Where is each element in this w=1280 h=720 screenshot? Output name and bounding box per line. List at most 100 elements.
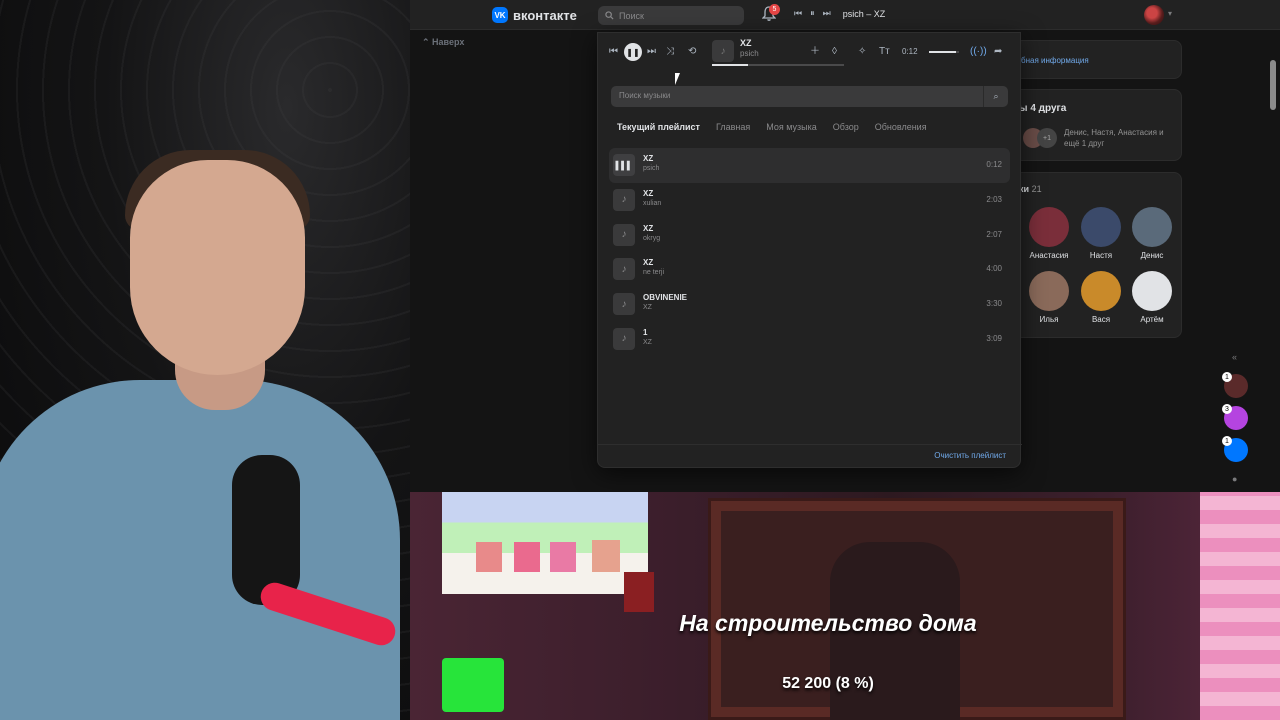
page-scrollbar[interactable]: [1270, 60, 1276, 110]
tab-overview[interactable]: Обзор: [833, 122, 859, 132]
friend-name: Денис: [1140, 251, 1164, 260]
music-note-icon[interactable]: ♪: [613, 327, 635, 350]
prev-track-icon[interactable]: ⏮: [609, 45, 618, 59]
pixel-house: [476, 542, 502, 572]
collapse-icon[interactable]: «: [1232, 352, 1237, 362]
track-title: XZ: [643, 258, 654, 268]
pixel-house: [550, 542, 576, 572]
track-title: XZ: [643, 188, 654, 198]
music-note-icon[interactable]: ♪: [613, 223, 635, 246]
music-player-bar: ⏮ ❚❚ ⏭ ⤨ ⟲ ♪ XZ psich ＋ ◊ ✧ Tт 0:12 ((·)…: [598, 33, 1022, 73]
music-note-icon[interactable]: ♪: [613, 188, 635, 211]
share-icon[interactable]: ➦: [994, 45, 1002, 59]
messages-icon[interactable]: ●: [1232, 474, 1237, 484]
browser-viewport: VK вконтакте Поиск 5 ⏮ ⏸ ⏭ psich – XZ ▾ …: [410, 0, 1280, 492]
broadcast-icon[interactable]: ((·)): [970, 45, 987, 59]
search-icon[interactable]: ⌕: [983, 86, 1008, 107]
clear-playlist-link[interactable]: Очистить плейлист: [934, 451, 1006, 460]
friend-item[interactable]: Вася: [1077, 271, 1125, 324]
tab-updates[interactable]: Обновления: [875, 122, 927, 132]
track-progress-bar[interactable]: [712, 64, 844, 66]
side-badge: 1: [1222, 372, 1232, 382]
repeat-icon[interactable]: ⟲: [688, 45, 696, 59]
donation-goal-title: На строительство дома: [679, 610, 977, 636]
friend-avatar: [1081, 271, 1121, 311]
header-search-input[interactable]: Поиск: [598, 6, 744, 25]
track-row[interactable]: ♪ XZ xulian 2:03: [609, 183, 1010, 218]
track-row[interactable]: ♪ OBVINENIE XZ 3:30: [609, 287, 1010, 322]
more-friends-badge[interactable]: +1: [1037, 128, 1057, 148]
track-row[interactable]: ♪ XZ okryg 2:07: [609, 218, 1010, 253]
tab-main[interactable]: Главная: [716, 122, 750, 132]
playing-equalizer-icon[interactable]: ▌▌▌: [613, 154, 635, 176]
friend-item[interactable]: Анастасия: [1025, 207, 1073, 260]
user-avatar[interactable]: [1144, 5, 1164, 25]
friend-avatar: [1029, 271, 1069, 311]
track-artist[interactable]: psich: [643, 165, 659, 172]
track-artist[interactable]: xulian: [643, 200, 661, 207]
prev-track-icon[interactable]: ⏮: [794, 8, 802, 19]
friend-name: Вася: [1091, 315, 1111, 324]
friend-name: Настя: [1089, 251, 1113, 260]
lyrics-icon[interactable]: Tт: [879, 45, 890, 59]
current-track-artist[interactable]: psich: [740, 49, 759, 58]
music-note-icon[interactable]: ♪: [613, 293, 635, 316]
track-artist[interactable]: XZ: [643, 304, 652, 311]
track-title: OBVINENIE: [643, 293, 688, 303]
chevron-down-icon[interactable]: ▾: [1168, 9, 1172, 18]
mouse-cursor-icon: [675, 73, 680, 85]
volume-slider[interactable]: [929, 51, 959, 53]
mini-player-track[interactable]: psich – XZ: [843, 9, 886, 19]
track-duration: 2:03: [986, 194, 1002, 204]
pause-button[interactable]: ❚❚: [624, 43, 642, 61]
stream-overlay: На строительство дома 52 200 (8 %): [410, 492, 1280, 720]
track-row[interactable]: ▌▌▌ XZ psich 0:12: [609, 148, 1010, 183]
search-icon: [605, 11, 614, 20]
mutual-friends-names[interactable]: Денис, Настя, Анастасия и ещё 1 друг: [1064, 127, 1179, 149]
info-card: бная информация: [1014, 40, 1182, 79]
vk-header: VK вконтакте Поиск 5 ⏮ ⏸ ⏭ psich – XZ ▾: [410, 0, 1280, 30]
track-row[interactable]: ♪ 1 XZ 3:09: [609, 322, 1010, 357]
track-duration: 3:09: [986, 333, 1002, 343]
next-track-icon[interactable]: ⏭: [823, 8, 831, 19]
track-duration: 2:07: [986, 229, 1002, 239]
tab-my-music[interactable]: Моя музыка: [766, 122, 817, 132]
pixel-art-window: [442, 492, 648, 594]
friend-item[interactable]: Настя: [1077, 207, 1125, 260]
music-search-placeholder: Поиск музыки: [619, 91, 671, 100]
track-title: XZ: [643, 154, 654, 163]
header-search-placeholder: Поиск: [619, 10, 644, 21]
mutual-friends-title[interactable]: ы 4 друга: [1019, 103, 1066, 114]
friend-avatar: [1132, 271, 1172, 311]
vk-logo-icon: VK: [492, 7, 508, 23]
friend-item[interactable]: Артём: [1128, 271, 1176, 324]
next-track-icon[interactable]: ⏭: [647, 45, 656, 59]
header-mini-player[interactable]: ⏮ ⏸ ⏭ psich – XZ: [794, 8, 885, 19]
music-note-icon[interactable]: ♪: [613, 258, 635, 281]
add-track-icon[interactable]: ＋: [810, 45, 820, 59]
dislike-icon[interactable]: ◊: [832, 45, 837, 59]
pixel-house: [592, 540, 620, 572]
pixel-house: [514, 542, 540, 572]
scroll-up-link[interactable]: ⌃ Наверх: [422, 37, 464, 48]
vk-logo[interactable]: VK вконтакте: [492, 7, 577, 23]
tab-current-playlist[interactable]: Текущий плейлист: [617, 122, 700, 132]
streamer-face: [130, 160, 305, 375]
friends-card: ки 21 Анастасия Настя Денис Илья Вася Ар…: [1014, 172, 1182, 338]
streamer-shirt: [0, 380, 400, 720]
track-row[interactable]: ♪ XZ ne terji 4:00: [609, 252, 1010, 287]
recommendations-icon[interactable]: ✧: [858, 45, 866, 59]
track-artist[interactable]: XZ: [643, 339, 652, 346]
shuffle-icon[interactable]: ⤨: [666, 45, 674, 59]
pause-icon[interactable]: ⏸: [810, 8, 815, 19]
track-artist[interactable]: ne terji: [643, 269, 664, 276]
friend-item[interactable]: Денис: [1128, 207, 1176, 260]
notifications-count-badge: 5: [769, 4, 780, 15]
friends-count: 21: [1031, 184, 1042, 194]
mutual-friends-card: ы 4 друга +1 Денис, Настя, Анастасия и е…: [1014, 89, 1182, 161]
friend-name: Илья: [1039, 315, 1059, 324]
friend-item[interactable]: Илья: [1025, 271, 1073, 324]
track-artist[interactable]: okryg: [643, 235, 660, 242]
music-search-input[interactable]: Поиск музыки ⌕: [611, 86, 1008, 107]
detailed-info-link[interactable]: бная информация: [1021, 56, 1089, 65]
